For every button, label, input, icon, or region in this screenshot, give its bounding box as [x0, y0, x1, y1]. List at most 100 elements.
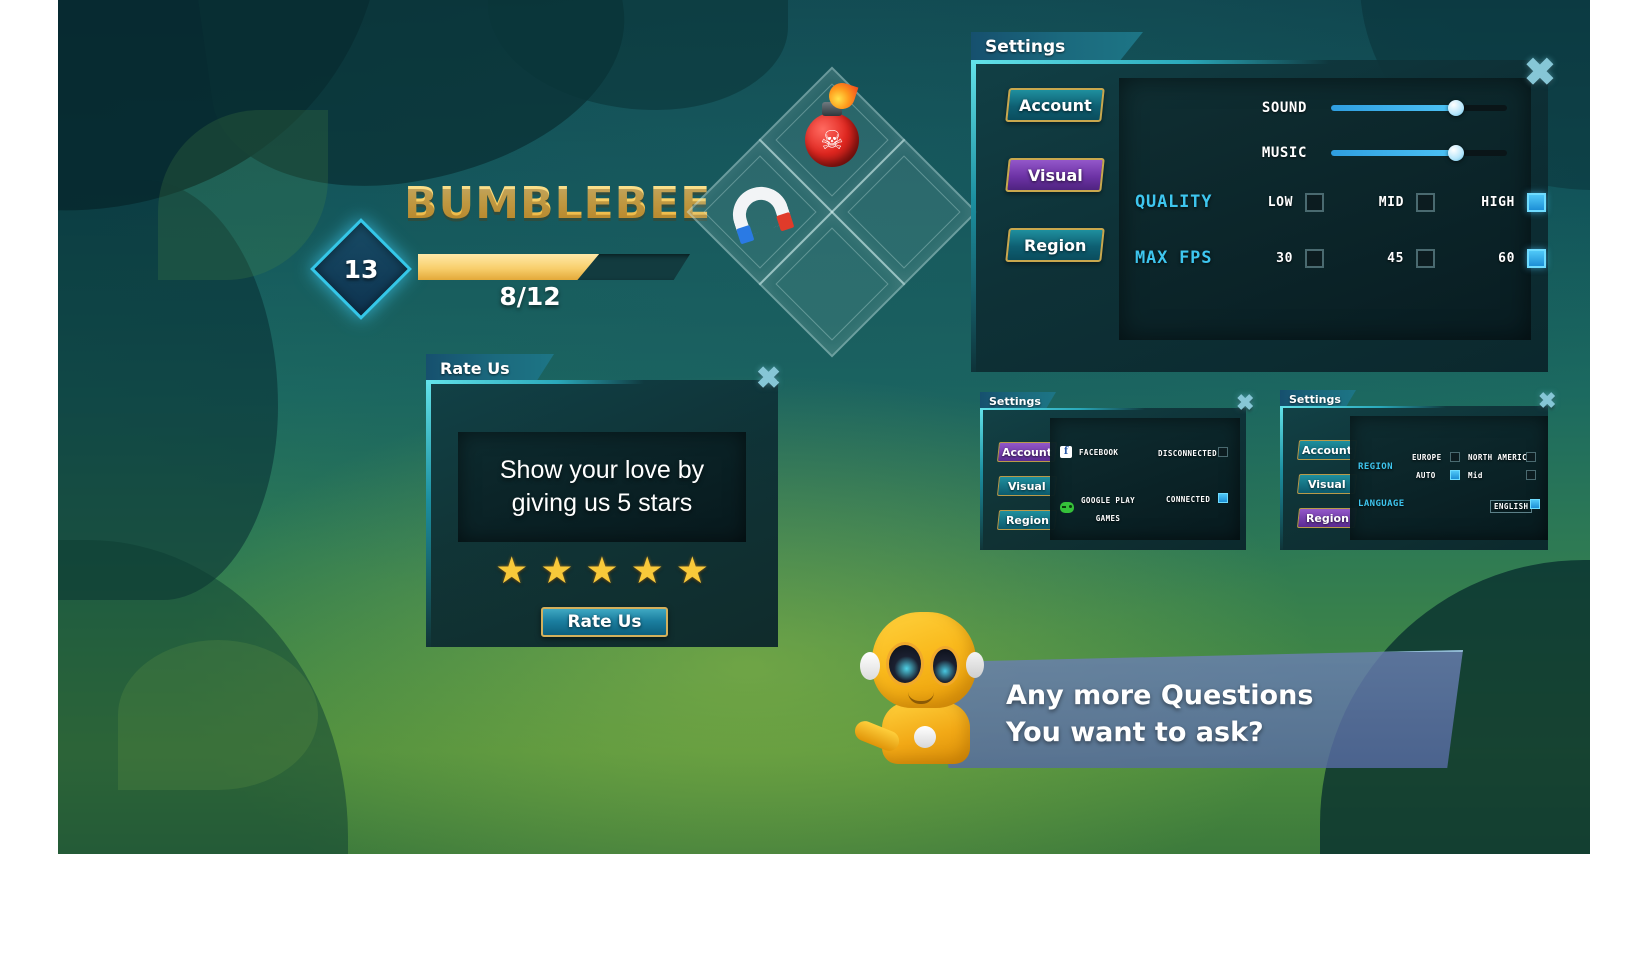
nav-label: Account — [1301, 443, 1353, 457]
close-icon[interactable]: ✖ — [1236, 392, 1254, 414]
google-play-checkbox[interactable] — [1218, 493, 1228, 503]
star-icon[interactable]: ★ — [585, 552, 618, 589]
hero-summary: BUMBLEBEE 13 8/12 — [310, 178, 740, 328]
rate-message-box: Show your love by giving us 5 stars — [458, 432, 746, 542]
facebook-label: FACEBOOK — [1079, 447, 1119, 457]
dialog-body: Show your love by giving us 5 stars ★ ★ … — [426, 380, 778, 647]
close-icon[interactable]: ✖ — [1538, 390, 1556, 412]
language-value[interactable]: ENGLISH — [1490, 500, 1533, 513]
hero-name: BUMBLEBEE — [404, 178, 712, 229]
quality-checkbox-low[interactable] — [1305, 192, 1324, 212]
region-content-panel: REGION EUROPE NORTH AMERICA AUTO Mid LAN… — [1350, 416, 1548, 540]
language-label: LANGUAGE — [1358, 499, 1405, 509]
settings-nav-account[interactable]: Account — [1296, 440, 1358, 460]
rate-us-dialog: Rate Us Show your love by giving us 5 st… — [426, 354, 781, 647]
music-label: MUSIC — [1261, 145, 1307, 161]
magnet-icon[interactable] — [708, 160, 812, 264]
robot-eye-right — [930, 646, 960, 686]
xp-progress-track — [418, 254, 690, 280]
robot-ear-left — [860, 652, 880, 680]
facebook-row: f FACEBOOK — [1060, 446, 1118, 458]
star-icon[interactable]: ★ — [676, 552, 709, 589]
music-row: MUSIC — [1231, 145, 1507, 161]
slider-knob[interactable] — [1447, 100, 1464, 116]
slider-knob[interactable] — [1447, 145, 1464, 161]
quality-option-mid-label: MID — [1378, 194, 1404, 210]
dialog-left-edge-glow — [971, 60, 976, 372]
settings-nav-region[interactable]: Region — [1296, 508, 1358, 528]
dialog-title: Rate Us — [440, 358, 510, 378]
region-label: REGION — [1358, 462, 1393, 472]
region-checkbox-europe[interactable] — [1450, 452, 1460, 462]
maxfps-option-60-label: 60 — [1498, 250, 1515, 266]
xp-progress-label: 8/12 — [499, 282, 561, 311]
rate-us-button[interactable]: Rate Us — [541, 607, 668, 637]
dialog-left-edge-glow — [426, 380, 431, 647]
google-play-games-row: GOOGLE PLAY GAMES — [1060, 490, 1135, 526]
maxfps-option-45-label: 45 — [1387, 250, 1404, 266]
robot-ear-right — [966, 652, 984, 678]
facebook-icon: f — [1060, 446, 1072, 458]
star-icon[interactable]: ★ — [495, 552, 528, 589]
quality-checkbox-high[interactable] — [1527, 192, 1546, 212]
maxfps-checkbox-45[interactable] — [1416, 248, 1435, 268]
facebook-checkbox[interactable] — [1218, 447, 1228, 457]
foliage-decoration — [118, 640, 318, 790]
dialog-titlebar: Settings — [971, 32, 1143, 62]
dialog-body: Account Visual Region f FACEBOOK DISCONN… — [980, 408, 1246, 550]
level-number: 13 — [343, 254, 379, 284]
bomb-body: ☠ — [805, 79, 859, 167]
assistant-line2: You want to ask? — [1006, 716, 1264, 748]
close-icon[interactable]: ✖ — [1524, 54, 1556, 92]
settings-content-panel: SOUND MUSIC QUALITY LOW MID HIGH MAX FPS… — [1119, 78, 1546, 340]
settings-nav-account[interactable]: Account — [996, 442, 1058, 462]
assistant-speech-bubble: Any more Questions You want to ask? — [938, 650, 1463, 768]
rate-message-line1: Show your love by — [499, 456, 705, 484]
dialog-top-edge-glow — [426, 380, 645, 384]
region-checkbox-auto[interactable] — [1450, 470, 1460, 480]
settings-dialog-visual: Settings Account Visual Region SOUND MUS… — [971, 32, 1556, 372]
nav-label: Visual — [1027, 165, 1083, 185]
settings-nav-region[interactable]: Region — [1005, 228, 1105, 262]
star-icon[interactable]: ★ — [540, 552, 573, 589]
maxfps-checkbox-60[interactable] — [1527, 248, 1546, 268]
settings-nav-visual[interactable]: Visual — [1005, 158, 1105, 192]
rate-message-line2: giving us 5 stars — [511, 489, 693, 517]
nav-label: Account — [1001, 445, 1053, 459]
powerup-slots: ☠ — [686, 66, 978, 362]
sound-row: SOUND — [1231, 100, 1507, 116]
settings-nav-account[interactable]: Account — [1005, 88, 1105, 122]
dialog-title: Settings — [985, 37, 1066, 57]
nav-label: Account — [1018, 95, 1092, 115]
settings-dialog-region: Settings Account Visual Region REGION EU… — [1280, 390, 1556, 550]
sound-slider[interactable] — [1331, 100, 1507, 116]
settings-nav-visual[interactable]: Visual — [1296, 474, 1358, 494]
settings-nav-region[interactable]: Region — [996, 510, 1058, 530]
slider-fill — [1331, 105, 1456, 111]
google-play-status: CONNECTED — [1166, 495, 1211, 504]
language-checkbox[interactable] — [1530, 499, 1540, 509]
quality-row: QUALITY LOW MID HIGH — [1135, 192, 1546, 212]
maxfps-checkbox-30[interactable] — [1305, 248, 1324, 268]
dialog-body: Account Visual Region SOUND MUSIC QUALIT… — [971, 60, 1548, 372]
maxfps-label: MAX FPS — [1135, 248, 1213, 268]
assistant-robot-avatar[interactable] — [851, 608, 1004, 768]
region-checkbox-mid[interactable] — [1526, 470, 1536, 480]
assistant-speech-text: Any more Questions You want to ask? — [1006, 678, 1446, 752]
music-slider[interactable] — [1331, 145, 1507, 161]
maxfps-row: MAX FPS 30 45 60 — [1135, 248, 1546, 268]
star-icon[interactable]: ★ — [631, 552, 664, 589]
nav-label: Visual — [1308, 477, 1346, 491]
close-icon[interactable]: ✖ — [756, 364, 781, 394]
nav-label: Visual — [1008, 479, 1046, 493]
region-checkbox-north-america[interactable] — [1526, 452, 1536, 462]
magnet-pole-red — [776, 211, 795, 232]
quality-checkbox-mid[interactable] — [1416, 192, 1435, 212]
star-rating[interactable]: ★ ★ ★ ★ ★ — [426, 552, 778, 589]
dialog-left-edge-glow — [1280, 406, 1283, 550]
dialog-title: Settings — [1289, 392, 1341, 406]
settings-nav-visual[interactable]: Visual — [996, 476, 1058, 496]
skull-icon: ☠ — [820, 125, 844, 155]
game-screen: BUMBLEBEE 13 8/12 ☠ Settings Account Vis… — [58, 0, 1590, 854]
nav-label: Region — [1023, 235, 1087, 255]
